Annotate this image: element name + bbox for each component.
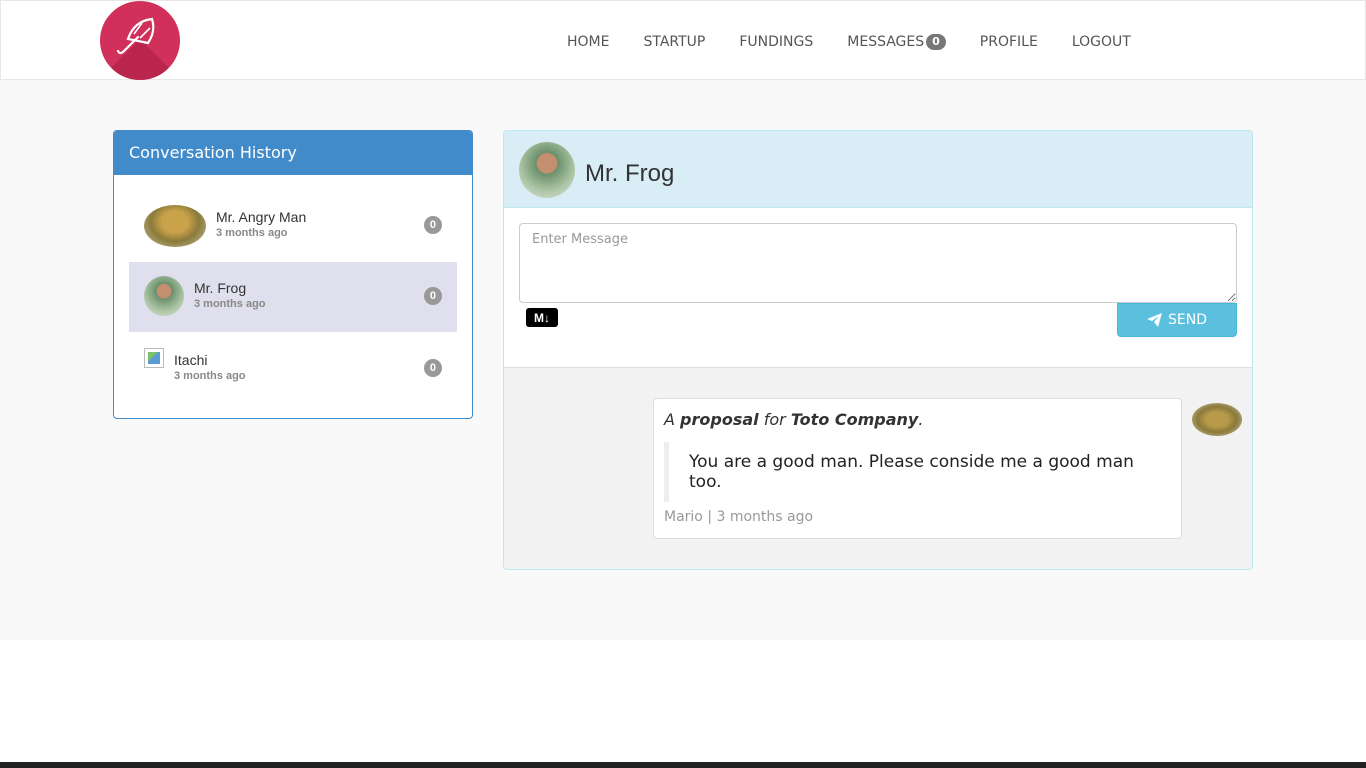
conversation-name: Mr. Frog <box>194 280 247 296</box>
lead-part: A <box>664 410 675 429</box>
nav-messages[interactable]: MESSAGES 0 <box>847 34 946 50</box>
lead-company: Toto Company <box>790 410 919 429</box>
nav-logout-label: LOGOUT <box>1071 34 1131 50</box>
nav-profile[interactable]: PROFILE <box>980 34 1038 50</box>
paper-plane-icon <box>1147 313 1162 327</box>
lead-part: proposal <box>680 410 759 429</box>
chat-partner-name: Mr. Frog <box>585 160 675 187</box>
markdown-icon: M↓ <box>526 308 558 327</box>
messages-count-badge: 0 <box>926 34 946 50</box>
nav-fundings[interactable]: FUNDINGS <box>739 34 813 50</box>
conversation-time: 3 months ago <box>174 370 246 382</box>
chat-header: Mr. Frog <box>504 131 1252 208</box>
nav-logout[interactable]: LOGOUT <box>1072 34 1131 50</box>
nav-messages-label: MESSAGES <box>847 34 925 50</box>
broken-image-icon <box>144 348 164 368</box>
sender-avatar <box>1192 403 1242 436</box>
nav-fundings-label: FUNDINGS <box>739 34 814 50</box>
unread-badge: 0 <box>423 287 442 305</box>
message-bubble: A proposal for Toto Company. You are a g… <box>653 398 1182 539</box>
nav-home-label: HOME <box>567 34 610 50</box>
umbrella-icon <box>116 17 155 55</box>
lead-part: for <box>763 410 786 429</box>
message-lead: A proposal for Toto Company. <box>664 410 923 429</box>
nav-profile-label: PROFILE <box>979 34 1038 50</box>
lead-part: . <box>918 410 924 429</box>
send-button[interactable]: SEND <box>1117 303 1237 337</box>
main-content: Conversation History Mr. Angry Man 3 mon… <box>0 80 1366 640</box>
lizard-avatar <box>144 205 206 247</box>
message-list: A proposal for Toto Company. You are a g… <box>504 369 1252 569</box>
conversation-item[interactable]: Itachi 3 months ago 0 <box>129 334 457 404</box>
conversation-item-active[interactable]: Mr. Frog 3 months ago 0 <box>129 262 457 332</box>
nav-startup-label: STARTUP <box>643 34 706 50</box>
message-composer: M↓ SEND <box>504 208 1252 368</box>
unread-badge: 0 <box>423 359 442 377</box>
conversation-history-title: Conversation History <box>114 131 472 175</box>
message-meta: Mario | 3 months ago <box>664 509 814 525</box>
footer-bar <box>0 762 1366 768</box>
conversation-time: 3 months ago <box>216 227 288 239</box>
top-navbar: HOME STARTUP FUNDINGS MESSAGES 0 PROFILE … <box>0 0 1366 80</box>
conversation-history-panel: Conversation History Mr. Angry Man 3 mon… <box>113 130 473 419</box>
message-quote: You are a good man. Please conside me a … <box>664 442 1164 502</box>
unread-badge: 0 <box>423 216 442 234</box>
chat-panel: Mr. Frog M↓ SEND A proposal for Toto Com… <box>503 130 1253 570</box>
conversation-time: 3 months ago <box>194 298 266 310</box>
conversation-name: Mr. Angry Man <box>216 209 307 225</box>
message-input[interactable] <box>519 223 1237 303</box>
nav-startup[interactable]: STARTUP <box>643 34 705 50</box>
chat-partner-avatar <box>519 142 575 198</box>
send-button-label: SEND <box>1168 312 1207 328</box>
conversation-name: Itachi <box>174 352 208 368</box>
man-avatar <box>144 276 184 316</box>
main-nav: HOME STARTUP FUNDINGS MESSAGES 0 PROFILE … <box>567 31 1131 53</box>
brand-logo[interactable] <box>100 1 180 80</box>
conversation-item[interactable]: Mr. Angry Man 3 months ago 0 <box>129 191 457 261</box>
nav-home[interactable]: HOME <box>567 34 609 50</box>
